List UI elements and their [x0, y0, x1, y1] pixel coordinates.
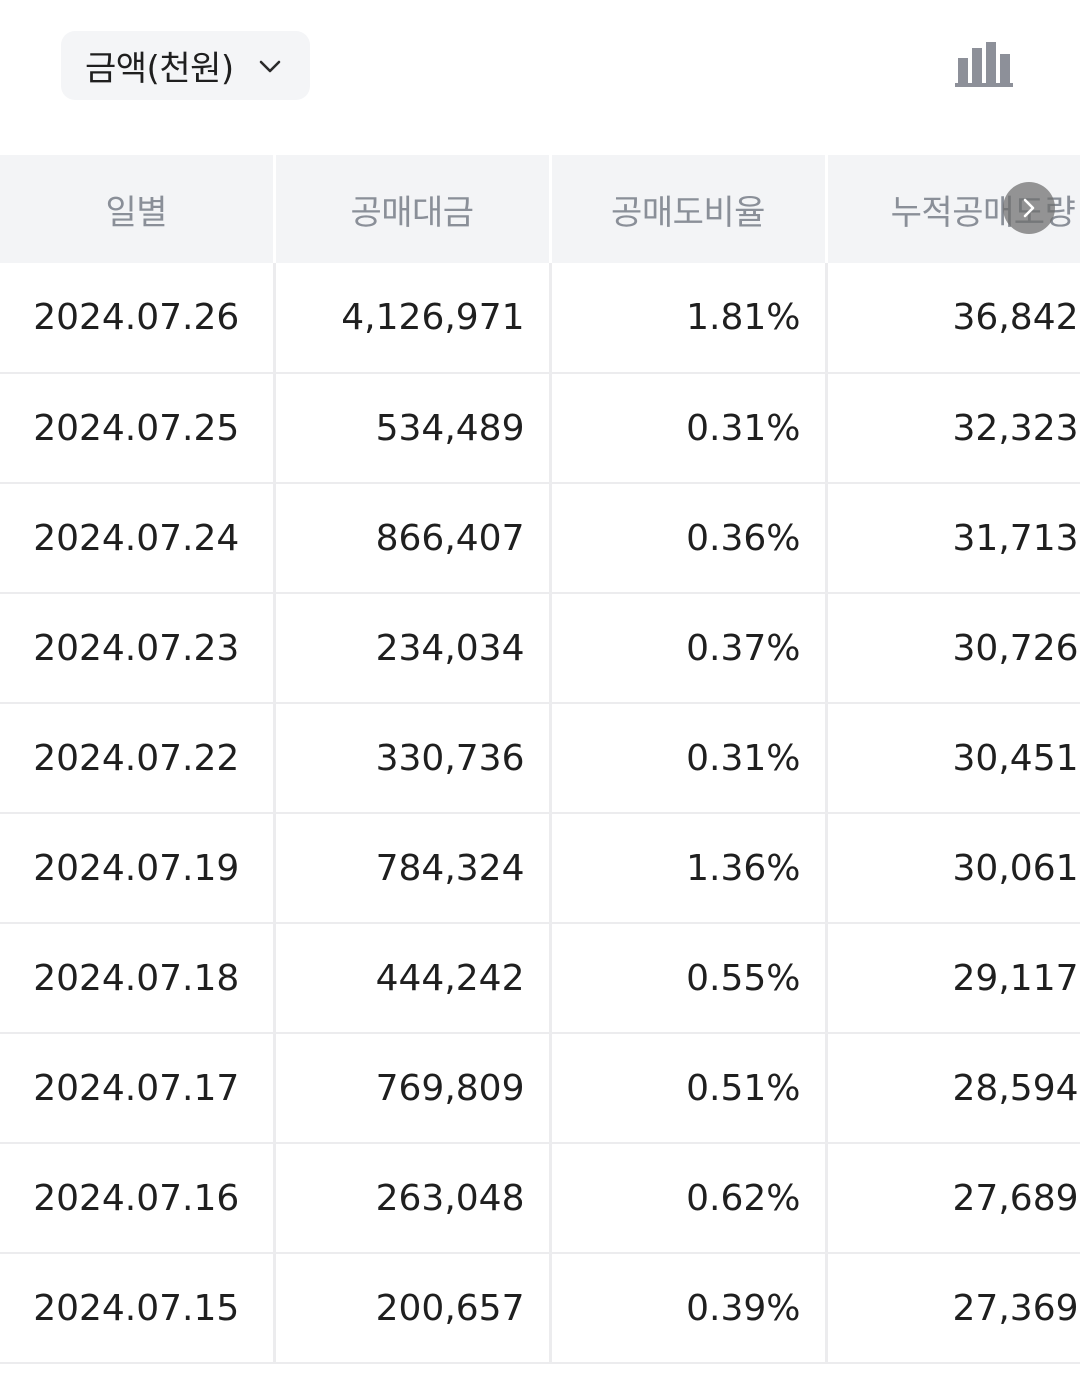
cell-ratio: 0.37%	[550, 593, 828, 704]
table-row: 2024.07.26 4,126,971 1.81% 36,842	[0, 263, 1080, 374]
table-row: 2024.07.15 200,657 0.39% 27,369	[0, 1253, 1080, 1364]
cell-cumulative: 32,323	[826, 373, 1080, 484]
cell-amount: 4,126,971	[274, 263, 552, 374]
table-row: 2024.07.16 263,048 0.62% 27,689	[0, 1143, 1080, 1254]
scroll-right-button[interactable]	[1003, 182, 1055, 234]
column-header-date[interactable]: 일별	[0, 155, 276, 263]
unit-select-label: 금액(천원)	[85, 49, 234, 89]
cell-date: 2024.07.17	[0, 1033, 276, 1144]
cell-ratio: 0.31%	[550, 373, 828, 484]
cell-cumulative: 30,061	[826, 813, 1080, 924]
cell-ratio: 1.36%	[550, 813, 828, 924]
cell-amount: 234,034	[274, 593, 552, 704]
cell-ratio: 0.39%	[550, 1253, 828, 1364]
cell-date: 2024.07.16	[0, 1143, 276, 1254]
cell-cumulative: 31,713	[826, 483, 1080, 594]
unit-select-dropdown[interactable]: 금액(천원)	[61, 31, 310, 100]
chevron-right-icon	[1023, 198, 1035, 218]
cell-amount: 784,324	[274, 813, 552, 924]
cell-amount: 866,407	[274, 483, 552, 594]
cell-cumulative: 36,842	[826, 263, 1080, 374]
cell-amount: 769,809	[274, 1033, 552, 1144]
column-header-ratio[interactable]: 공매도비율	[550, 155, 828, 263]
short-selling-table-container[interactable]: 일별 공매대금 공매도비율 누적공매도량 2024.07.26 4,126,97…	[0, 155, 1080, 1385]
cell-cumulative: 27,369	[826, 1253, 1080, 1364]
cell-cumulative: 30,726	[826, 593, 1080, 704]
table-row: 2024.07.19 784,324 1.36% 30,061	[0, 813, 1080, 924]
cell-cumulative: 27,689	[826, 1143, 1080, 1254]
table-row: 2024.07.23 234,034 0.37% 30,726	[0, 593, 1080, 704]
cell-cumulative: 29,117	[826, 923, 1080, 1034]
cell-ratio: 0.31%	[550, 703, 828, 814]
cell-date: 2024.07.26	[0, 263, 276, 374]
cell-amount: 330,736	[274, 703, 552, 814]
cell-ratio: 0.51%	[550, 1033, 828, 1144]
cell-date: 2024.07.22	[0, 703, 276, 814]
cell-cumulative: 30,451	[826, 703, 1080, 814]
column-header-amount[interactable]: 공매대금	[274, 155, 552, 263]
cell-date: 2024.07.18	[0, 923, 276, 1034]
cell-date: 2024.07.24	[0, 483, 276, 594]
cell-ratio: 0.36%	[550, 483, 828, 594]
cell-ratio: 0.62%	[550, 1143, 828, 1254]
cell-ratio: 1.81%	[550, 263, 828, 374]
cell-date: 2024.07.23	[0, 593, 276, 704]
cell-ratio: 0.55%	[550, 923, 828, 1034]
toolbar: 금액(천원)	[0, 0, 1080, 130]
cell-cumulative: 28,594	[826, 1033, 1080, 1144]
cell-date: 2024.07.15	[0, 1253, 276, 1364]
cell-amount: 200,657	[274, 1253, 552, 1364]
table-row: 2024.07.17 769,809 0.51% 28,594	[0, 1033, 1080, 1144]
chevron-down-icon	[259, 60, 281, 73]
table-header-row: 일별 공매대금 공매도비율 누적공매도량	[0, 155, 1080, 263]
cell-amount: 444,242	[274, 923, 552, 1034]
cell-date: 2024.07.25	[0, 373, 276, 484]
table-row: 2024.07.24 866,407 0.36% 31,713	[0, 483, 1080, 594]
cell-date: 2024.07.19	[0, 813, 276, 924]
cell-amount: 534,489	[274, 373, 552, 484]
short-selling-table: 일별 공매대금 공매도비율 누적공매도량 2024.07.26 4,126,97…	[0, 155, 1080, 1364]
bar-chart-icon[interactable]	[948, 36, 1020, 94]
cell-amount: 263,048	[274, 1143, 552, 1254]
table-row: 2024.07.22 330,736 0.31% 30,451	[0, 703, 1080, 814]
table-row: 2024.07.18 444,242 0.55% 29,117	[0, 923, 1080, 1034]
table-row: 2024.07.25 534,489 0.31% 32,323	[0, 373, 1080, 484]
